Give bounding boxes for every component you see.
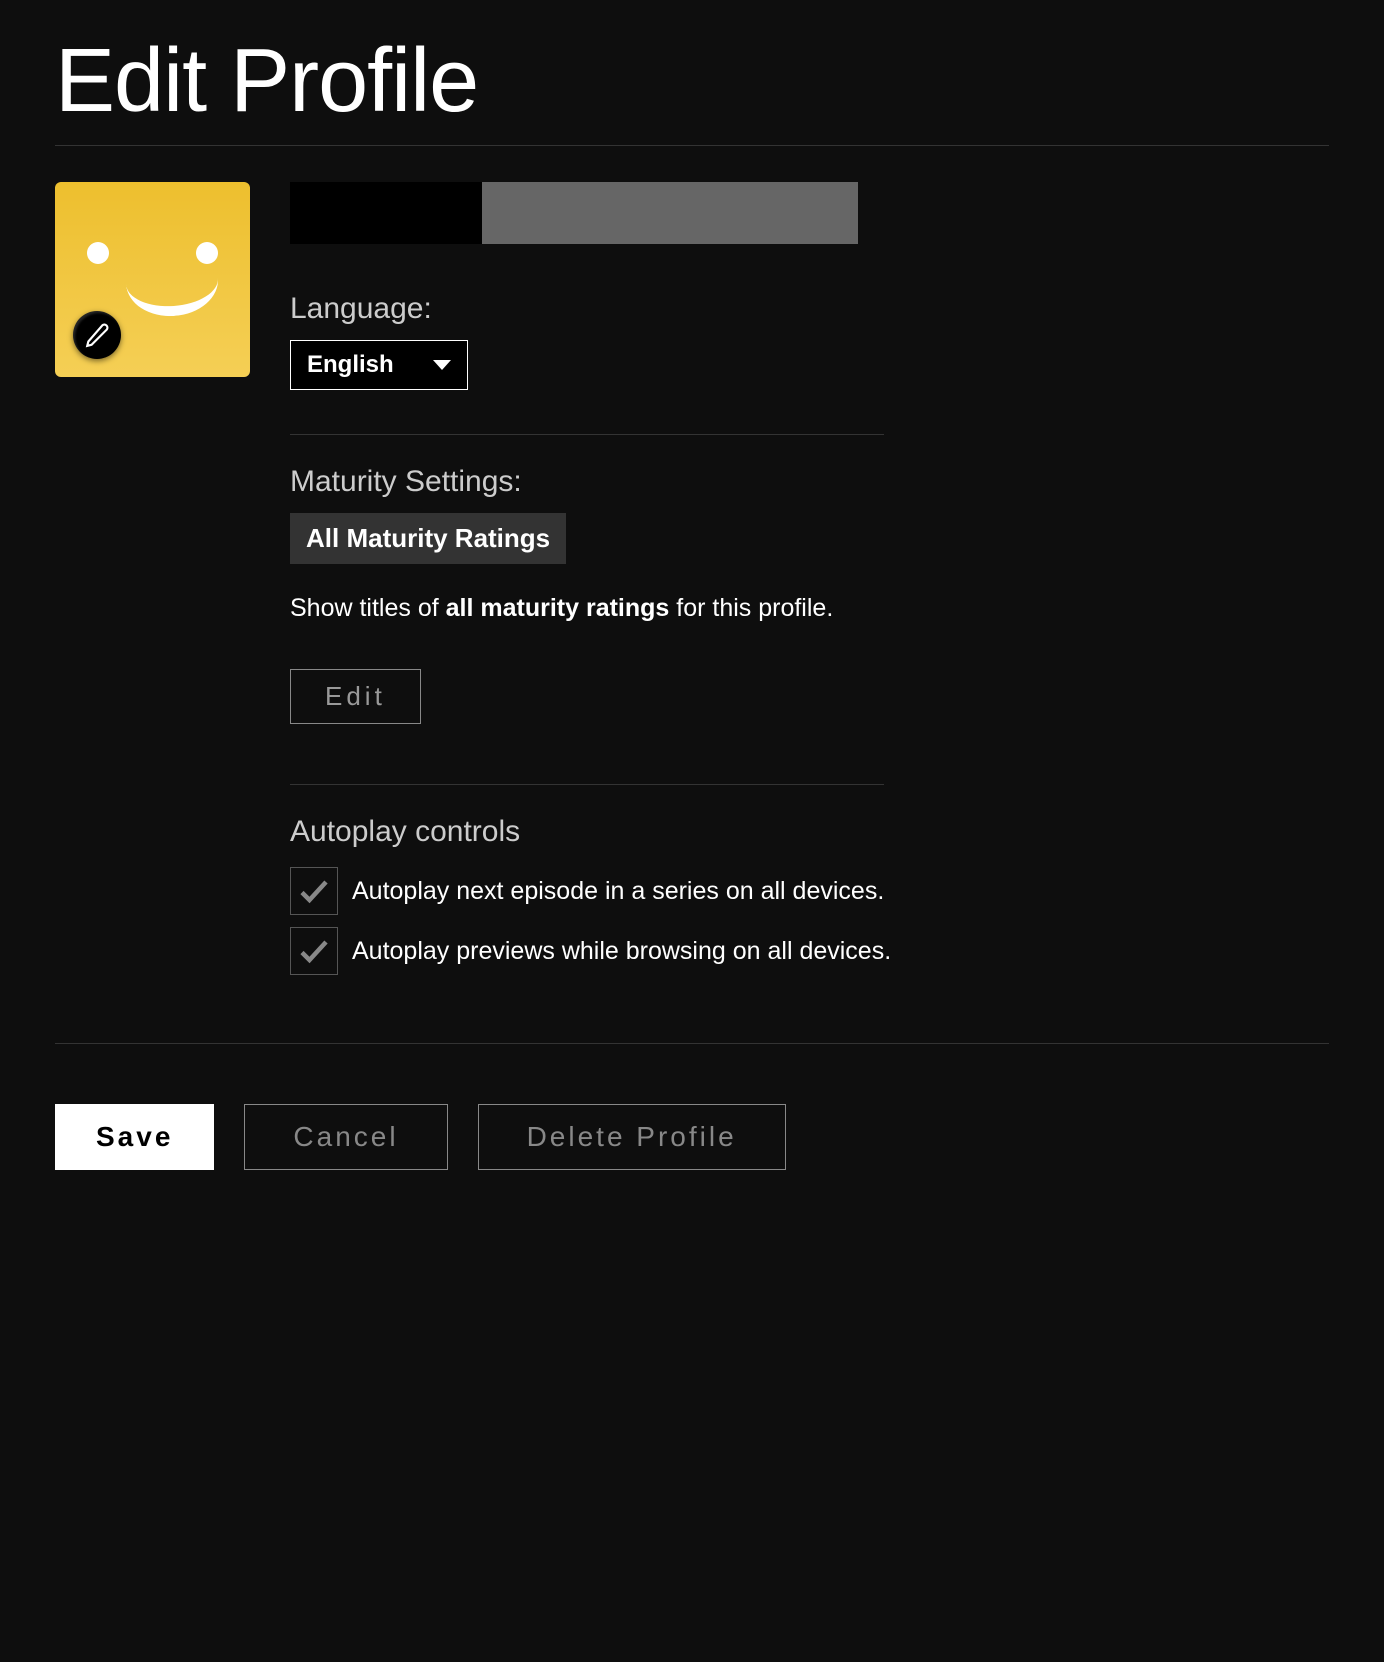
delete-profile-button[interactable]: Delete Profile — [478, 1104, 786, 1170]
section-divider-2 — [290, 784, 884, 785]
edit-maturity-button[interactable]: Edit — [290, 669, 421, 724]
redacted-name — [290, 182, 482, 244]
maturity-desc-prefix: Show titles of — [290, 594, 446, 622]
maturity-description: Show titles of all maturity ratings for … — [290, 594, 1329, 623]
avatar-smile — [126, 271, 221, 319]
autoplay-previews-row: Autoplay previews while browsing on all … — [290, 927, 1329, 975]
language-selected: English — [307, 351, 394, 379]
avatar-container — [55, 182, 250, 377]
bottom-divider — [55, 1043, 1329, 1044]
maturity-desc-bold: all maturity ratings — [446, 594, 670, 622]
chevron-down-icon — [433, 360, 451, 370]
autoplay-previews-checkbox[interactable] — [290, 927, 338, 975]
edit-avatar-button[interactable] — [73, 311, 121, 359]
autoplay-next-row: Autoplay next episode in a series on all… — [290, 867, 1329, 915]
autoplay-previews-label: Autoplay previews while browsing on all … — [352, 937, 891, 966]
autoplay-label: Autoplay controls — [290, 815, 1329, 849]
autoplay-next-checkbox[interactable] — [290, 867, 338, 915]
check-icon — [296, 933, 332, 969]
maturity-desc-suffix: for this profile. — [669, 594, 833, 622]
action-row: Save Cancel Delete Profile — [55, 1104, 1329, 1170]
section-divider-1 — [290, 434, 884, 435]
avatar-eye-right — [196, 242, 218, 264]
maturity-chip: All Maturity Ratings — [290, 513, 566, 564]
profile-name-input[interactable] — [290, 182, 858, 244]
language-select[interactable]: English — [290, 340, 468, 390]
pencil-icon — [84, 322, 110, 348]
save-button[interactable]: Save — [55, 1104, 214, 1170]
autoplay-next-label: Autoplay next episode in a series on all… — [352, 877, 884, 906]
page-title: Edit Profile — [55, 30, 1329, 133]
maturity-label: Maturity Settings: — [290, 465, 1329, 499]
profile-row: Language: English Maturity Settings: All… — [55, 182, 1329, 987]
language-label: Language: — [290, 292, 1329, 326]
form-column: Language: English Maturity Settings: All… — [290, 182, 1329, 987]
avatar-eye-left — [87, 242, 109, 264]
check-icon — [296, 873, 332, 909]
title-divider — [55, 145, 1329, 146]
cancel-button[interactable]: Cancel — [244, 1104, 447, 1170]
